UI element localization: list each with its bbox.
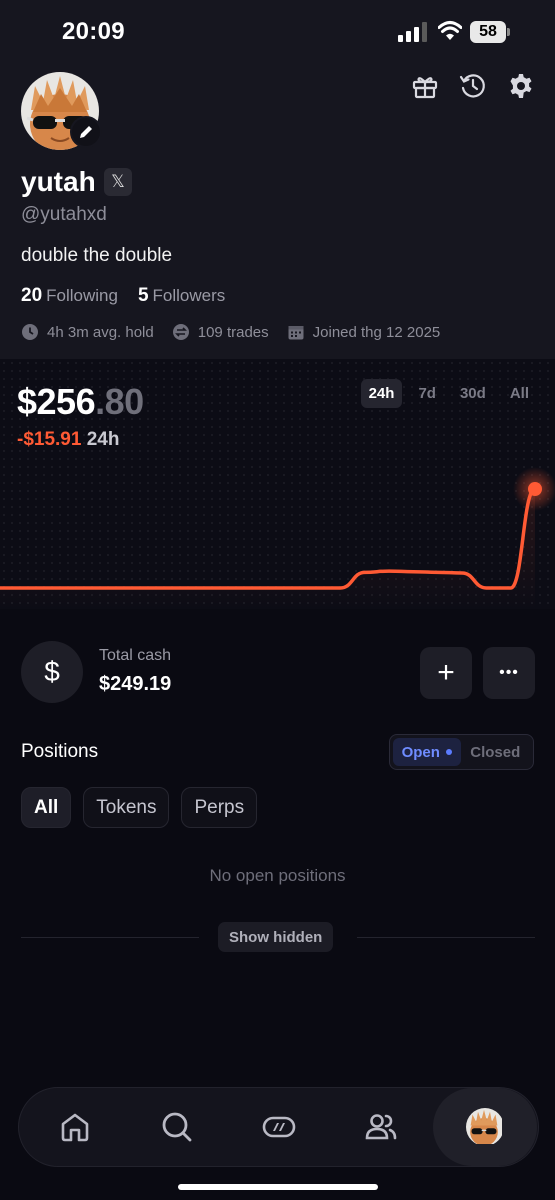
status-bar: 20:09 58 (0, 0, 555, 62)
pencil-icon (80, 126, 92, 138)
calendar-icon (288, 326, 304, 340)
followers-count: 5 (137, 285, 149, 306)
change-period: 24h (86, 429, 120, 450)
profile-avatar-icon (466, 1108, 504, 1146)
x-link-icon[interactable]: 𝕏 (104, 168, 132, 196)
history-icon[interactable] (459, 72, 487, 100)
portfolio-change: -$15.91 24h (17, 429, 119, 451)
change-amount: -$15.91 (17, 429, 82, 450)
nav-home[interactable] (23, 1088, 127, 1166)
positions-title: Positions (21, 741, 99, 762)
timeframe-7d[interactable]: 7d (410, 379, 444, 408)
edit-avatar-button[interactable] (70, 116, 102, 148)
position-filters: All Tokens Perps (21, 787, 258, 828)
divider (21, 937, 199, 938)
battery-level: 58 (470, 21, 506, 43)
avg-hold: 4h 3m avg. hold (47, 323, 154, 341)
empty-state-text: No open positions (209, 866, 346, 885)
follow-stats: 20 Following 5 Followers (21, 285, 225, 307)
timeframe-24h[interactable]: 24h (360, 379, 403, 408)
toggle-open[interactable]: Open (393, 738, 461, 766)
joined-date: Joined thg 12 2025 (312, 323, 441, 341)
nav-community[interactable] (329, 1088, 433, 1166)
divider (357, 937, 535, 938)
filter-tokens[interactable]: Tokens (83, 787, 170, 828)
more-options-button[interactable]: ••• (483, 647, 535, 699)
status-time: 20:09 (62, 18, 125, 45)
swap-icon (172, 324, 189, 340)
following-count: 20 (21, 285, 43, 306)
portfolio-chart-section: $256.80 -$15.91 24h 24h 7d 30d All (0, 359, 555, 609)
nav-profile[interactable] (433, 1088, 537, 1166)
community-icon (365, 1114, 397, 1140)
followers-link[interactable]: 5 Followers (138, 285, 225, 307)
clock-icon (22, 324, 38, 340)
positions-toggle: Open Closed (389, 734, 534, 770)
settings-icon[interactable] (507, 72, 535, 100)
add-cash-button[interactable]: + (420, 647, 472, 699)
dollar-icon: $ (21, 641, 83, 703)
nav-trade[interactable] (227, 1088, 331, 1166)
show-hidden-button[interactable]: Show hidden (218, 922, 334, 952)
profile-header: yutah 𝕏 @yutahxd double the double 20 Fol… (0, 62, 555, 359)
cellular-signal-icon (398, 22, 427, 42)
timeframe-selector: 24h 7d 30d All (360, 379, 537, 408)
gift-icon[interactable] (411, 72, 439, 100)
chart-current-point (528, 482, 542, 496)
cash-row: $ Total cash $249.19 + ••• (0, 609, 555, 729)
following-link[interactable]: 20 Following (21, 285, 118, 307)
bio: double the double (21, 245, 173, 266)
toggle-open-label: Open (401, 743, 440, 761)
trade-count: 109 trades (197, 323, 269, 341)
balance-decimal: .80 (95, 381, 144, 422)
home-icon (61, 1113, 89, 1142)
active-dot (445, 749, 452, 755)
username: yutah (21, 166, 96, 197)
nav-search[interactable] (125, 1088, 229, 1166)
balance-whole: $256 (17, 381, 96, 422)
chart-area (0, 489, 535, 609)
bottom-nav (18, 1087, 539, 1167)
handle: @yutahxd (21, 204, 107, 225)
profile-meta: 4h 3m avg. hold 109 trades Joined thg 12… (21, 323, 440, 341)
battery-icon: 58 (470, 21, 510, 43)
following-label: Following (46, 286, 118, 305)
filter-all[interactable]: All (21, 787, 72, 828)
search-icon (162, 1112, 192, 1142)
total-cash-label: Total cash (99, 647, 172, 664)
home-indicator (178, 1184, 378, 1190)
toggle-closed[interactable]: Closed (461, 738, 531, 766)
chart-line (0, 487, 536, 590)
portfolio-balance: $256.80 (17, 381, 144, 423)
total-cash-value: $249.19 (99, 673, 172, 695)
followers-label: Followers (152, 286, 226, 305)
trade-icon (262, 1116, 296, 1138)
filter-perps[interactable]: Perps (181, 787, 258, 828)
timeframe-30d[interactable]: 30d (452, 379, 494, 408)
timeframe-all[interactable]: All (502, 379, 537, 408)
wifi-icon (438, 21, 462, 40)
